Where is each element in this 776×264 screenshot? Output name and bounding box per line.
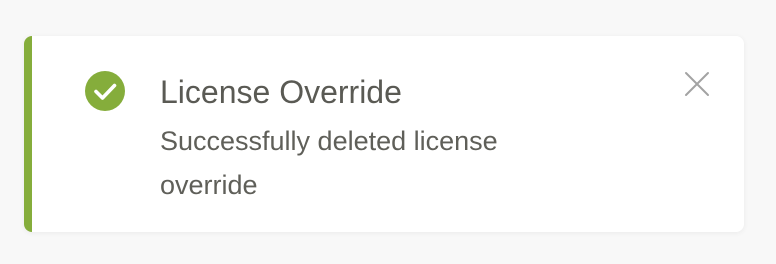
toast-title: License Override <box>160 74 402 110</box>
toast-message: Successfully deleted license override <box>160 126 498 200</box>
toast-accent-bar <box>24 36 32 232</box>
toast-notification: License Override Successfully deleted li… <box>24 36 744 232</box>
close-icon[interactable] <box>680 68 714 102</box>
check-circle-icon <box>85 71 125 111</box>
